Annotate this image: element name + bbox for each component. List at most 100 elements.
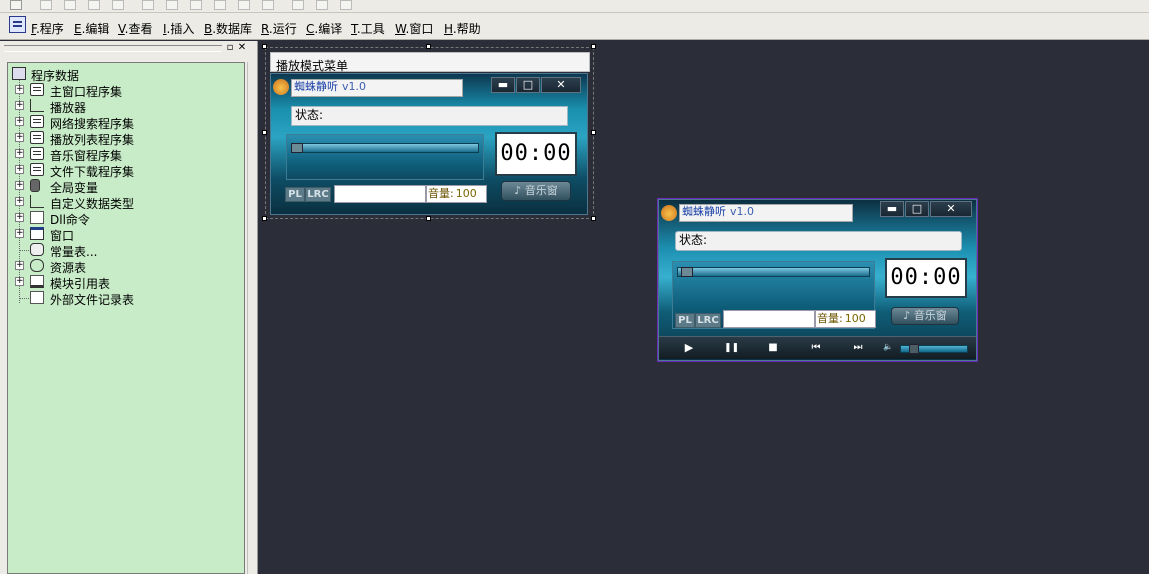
tree-item[interactable]: + 模块引用表 (8, 274, 244, 291)
maximize-button[interactable]: □ (905, 201, 929, 217)
tree-item[interactable]: + 全局变量 (8, 178, 244, 195)
resize-handle[interactable] (426, 44, 431, 49)
tree-item[interactable]: + 播放列表程序集 (8, 130, 244, 147)
close-button[interactable]: ✕ (541, 77, 581, 93)
align-bottom-icon[interactable] (112, 0, 124, 10)
next-button[interactable]: ⏭ (851, 341, 865, 355)
tree-item[interactable]: + 音乐窗程序集 (8, 146, 244, 163)
design-player-window[interactable]: 蜘蛛静听 v1.0 ▬ □ ✕ 状态: 00:00 ♪ 音乐窗 PL LRC 音量… (270, 73, 588, 215)
volume-thumb[interactable] (908, 344, 919, 354)
menu-view[interactable]: V.查看 (118, 20, 153, 37)
resize-handle[interactable] (591, 44, 596, 49)
menu-run[interactable]: R.运行 (261, 20, 297, 37)
stop-button[interactable]: ■ (766, 341, 780, 355)
align-left-icon[interactable] (40, 0, 52, 10)
music-window-button[interactable]: ♪ 音乐窗 (501, 181, 571, 201)
pl-button[interactable]: PL (675, 313, 695, 328)
music-window-button[interactable]: ♪ 音乐窗 (891, 307, 959, 325)
stack-icon (30, 115, 44, 128)
tree-item[interactable]: + 网络搜索程序集 (8, 114, 244, 131)
tree-scrollbar[interactable] (247, 62, 256, 574)
same-size-icon[interactable] (238, 0, 250, 10)
expand-icon[interactable]: + (15, 117, 24, 126)
resize-handle[interactable] (591, 216, 596, 221)
tree-item[interactable]: + 资源表 (8, 258, 244, 275)
align-right-icon[interactable] (64, 0, 76, 10)
stack-icon (30, 147, 44, 160)
menu-tools[interactable]: T.工具 (351, 20, 385, 37)
previous-button[interactable]: ⏮ (809, 341, 823, 355)
expand-icon[interactable]: + (15, 213, 24, 222)
order-icon[interactable] (316, 0, 328, 10)
same-width-icon[interactable] (190, 0, 202, 10)
tree-item[interactable]: + 播放器 (8, 98, 244, 115)
seek-thumb[interactable] (680, 267, 693, 277)
tree-item[interactable]: + Dll命令 (8, 210, 244, 227)
menu-insert[interactable]: I.插入 (163, 20, 194, 37)
lrc-button[interactable]: LRC (695, 313, 721, 328)
pin-icon[interactable]: ▫ (225, 43, 235, 53)
tree-item[interactable]: + 主窗口程序集 (8, 82, 244, 99)
pause-button[interactable]: ❚❚ (724, 341, 739, 355)
status-field[interactable]: 状态: (675, 231, 962, 251)
tree-item[interactable]: 常量表... (8, 242, 244, 259)
menu-edit[interactable]: E.编辑 (74, 20, 109, 37)
expand-icon[interactable]: + (15, 85, 24, 94)
tree-item[interactable]: + 文件下载程序集 (8, 162, 244, 179)
menu-database[interactable]: B.数据库 (204, 20, 252, 37)
resize-handle[interactable] (591, 130, 596, 135)
version-label: v1.0 (342, 80, 367, 93)
expand-icon[interactable]: + (15, 261, 24, 270)
status-field[interactable]: 状态: (291, 106, 568, 126)
speaker-icon[interactable]: 🔈 (883, 342, 895, 354)
expand-icon[interactable]: + (15, 229, 24, 238)
spider-avatar-icon (661, 205, 677, 221)
panel-grip[interactable] (4, 45, 222, 52)
dll-icon (30, 211, 44, 224)
grid-icon[interactable] (292, 0, 304, 10)
resize-handle[interactable] (262, 130, 267, 135)
align-top-icon[interactable] (88, 0, 100, 10)
menu-program[interactable]: F.程序 (31, 20, 64, 37)
tree-item[interactable]: + 窗口 (8, 226, 244, 243)
tree-item[interactable]: + 自定义数据类型 (8, 194, 244, 211)
minimize-button[interactable]: ▬ (491, 77, 515, 93)
seek-thumb[interactable] (291, 143, 303, 153)
expand-icon[interactable]: + (15, 101, 24, 110)
menu-help[interactable]: H.帮助 (444, 20, 481, 37)
same-height-icon[interactable] (214, 0, 226, 10)
center-h-icon[interactable] (142, 0, 154, 10)
resize-handle[interactable] (426, 216, 431, 221)
expand-icon[interactable]: + (15, 181, 24, 190)
expand-icon[interactable]: + (15, 165, 24, 174)
lyric-field[interactable] (334, 185, 426, 203)
play-button[interactable]: ▶ (682, 341, 696, 355)
center-v-icon[interactable] (166, 0, 178, 10)
play-mode-menu[interactable]: 播放模式菜单 (270, 52, 590, 73)
program-data-icon (12, 67, 26, 80)
expand-icon[interactable]: + (15, 149, 24, 158)
expand-icon[interactable]: + (15, 197, 24, 206)
menu-window[interactable]: W.窗口 (395, 20, 433, 37)
constants-icon (30, 243, 44, 256)
lrc-button[interactable]: LRC (305, 187, 331, 202)
space-icon[interactable] (262, 0, 274, 10)
seek-bar[interactable] (677, 267, 870, 277)
resize-handle[interactable] (262, 44, 267, 49)
toolbar-icon[interactable] (10, 0, 22, 10)
pl-button[interactable]: PL (285, 187, 305, 202)
maximize-button[interactable]: □ (516, 77, 540, 93)
lyric-field[interactable] (723, 310, 815, 328)
menu-key: H (444, 22, 453, 36)
resize-handle[interactable] (262, 216, 267, 221)
expand-icon[interactable]: + (15, 277, 24, 286)
tree-item[interactable]: 外部文件记录表 (8, 290, 244, 307)
menu-compile[interactable]: C.编译 (306, 20, 342, 37)
seek-bar[interactable] (291, 143, 479, 153)
lock-icon[interactable] (340, 0, 352, 10)
minimize-button[interactable]: ▬ (880, 201, 904, 217)
expand-icon[interactable]: + (15, 133, 24, 142)
close-button[interactable]: ✕ (930, 201, 972, 217)
close-icon[interactable]: ✕ (237, 43, 247, 53)
preview-player-window[interactable]: 蜘蛛静听 v1.0 ▬ □ ✕ 状态: 00:00 ♪ 音乐窗 PL LRC 音量… (658, 199, 977, 361)
